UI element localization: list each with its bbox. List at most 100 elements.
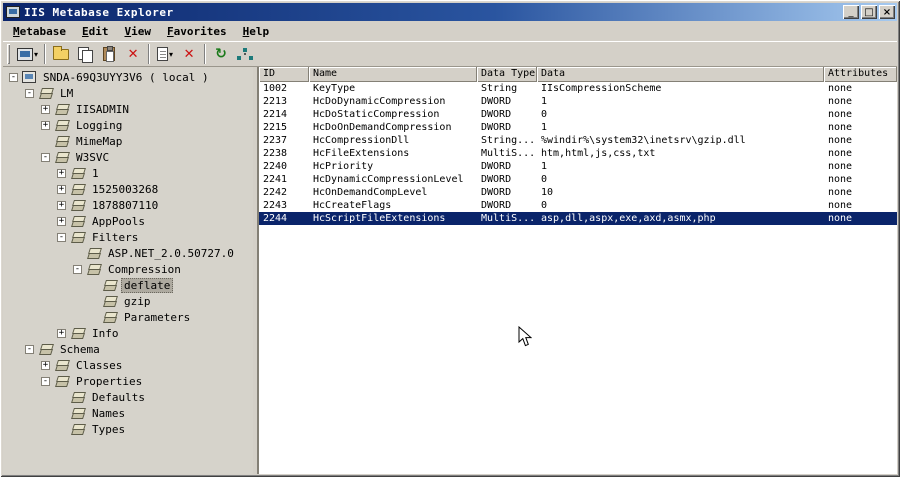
tree-item-names[interactable]: Names <box>3 405 253 421</box>
tree-item-label: Logging <box>76 118 123 132</box>
collapse-minus-icon[interactable]: - <box>73 264 82 274</box>
expand-plus-icon[interactable]: + <box>57 168 66 178</box>
tree-item-info[interactable]: + Info <box>3 325 253 341</box>
network-button[interactable] <box>233 42 257 66</box>
menu-item-edit[interactable]: Edit <box>74 23 117 40</box>
expand-plus-icon[interactable]: + <box>57 328 66 338</box>
toolbar-grip[interactable] <box>7 44 10 64</box>
key-icon <box>38 87 53 99</box>
table-row[interactable]: 1002 KeyType String IIsCompressionScheme non… <box>259 82 897 95</box>
close-button[interactable]: × <box>879 5 895 19</box>
cell-id: 2244 <box>263 213 288 224</box>
open-button[interactable] <box>49 42 73 66</box>
tree-item-parameters[interactable]: Parameters <box>3 309 253 325</box>
delete-button[interactable]: ✕ <box>121 42 145 66</box>
title-bar: IIS Metabase Explorer _ □ × <box>3 3 897 21</box>
new-record-button[interactable]: ▾ <box>153 42 177 66</box>
table-row[interactable]: 2241 HcDynamicCompressionLevel DWORD 0 none <box>259 173 897 186</box>
cell-name: HcDynamicCompressionLevel <box>313 174 464 185</box>
tree-item-label: MimeMap <box>76 134 123 148</box>
table-row[interactable]: 2240 HcPriority DWORD 1 none <box>259 160 897 173</box>
tree-item-logging[interactable]: + Logging <box>3 117 253 133</box>
column-header-data[interactable]: Data <box>537 67 824 82</box>
tree-item-properties[interactable]: - Properties <box>3 373 253 389</box>
main-content: - SNDA-69Q3UYY3V6 ( local ) - LM + IISADMIN + L… <box>3 67 897 474</box>
cell-data: 0 <box>541 109 548 120</box>
tree-item-label: Filters <box>92 230 139 244</box>
cell-attributes: none <box>828 148 853 159</box>
tree-item-deflate[interactable]: deflate <box>3 277 253 293</box>
collapse-minus-icon[interactable]: - <box>41 376 50 386</box>
tree-item-snda-69q3uyy3v6-local[interactable]: - SNDA-69Q3UYY3V6 ( local ) <box>3 69 253 85</box>
maximize-button[interactable]: □ <box>861 5 877 19</box>
tree-item-filters[interactable]: - Filters <box>3 229 253 245</box>
tree-item-classes[interactable]: + Classes <box>3 357 253 373</box>
tree-item-apppools[interactable]: + AppPools <box>3 213 253 229</box>
toolbar: ▾ ✕ ▾ ✕ ↻ <box>3 41 897 67</box>
refresh-button[interactable]: ↻ <box>209 42 233 66</box>
table-row[interactable]: 2238 HcFileExtensions MultiS... htm,html,js… <box>259 147 897 160</box>
collapse-minus-icon[interactable]: - <box>25 88 34 98</box>
cell-data: 1 <box>541 96 548 107</box>
tree-item-1525003268[interactable]: +1525003268 <box>3 181 253 197</box>
expand-plus-icon[interactable]: + <box>57 184 66 194</box>
column-header-attributes[interactable]: Attributes <box>824 67 897 82</box>
tree-item-compression[interactable]: - Compression <box>3 261 253 277</box>
key-icon <box>102 279 117 291</box>
menu-item-metabase[interactable]: Metabase <box>5 23 74 40</box>
expand-plus-icon[interactable]: + <box>57 216 66 226</box>
app-icon <box>6 6 20 18</box>
tree-item-asp-net-2-0-50727-0[interactable]: ASP.NET_2.0.50727.0 <box>3 245 253 261</box>
cell-name: HcDoOnDemandCompression <box>313 122 452 133</box>
tree-item-schema[interactable]: - Schema <box>3 341 253 357</box>
table-header: ID Name Data Type Data Attributes <box>259 67 897 82</box>
cell-type: DWORD <box>481 96 512 107</box>
cell-attributes: none <box>828 122 853 133</box>
menu-item-view[interactable]: View <box>116 23 159 40</box>
tree-item-1[interactable]: +1 <box>3 165 253 181</box>
tree-item-types[interactable]: Types <box>3 421 253 437</box>
table-row[interactable]: 2244 HcScriptFileExtensions MultiS... asp,d… <box>259 212 897 225</box>
cell-id: 2243 <box>263 200 288 211</box>
column-header-name[interactable]: Name <box>309 67 477 82</box>
tree-item-gzip[interactable]: gzip <box>3 293 253 309</box>
cell-id: 1002 <box>263 83 288 94</box>
collapse-minus-icon[interactable]: - <box>9 72 18 82</box>
expand-plus-icon[interactable]: + <box>41 104 50 114</box>
table-row[interactable]: 2243 HcCreateFlags DWORD 0 none <box>259 199 897 212</box>
tree-item-1878807110[interactable]: +1878807110 <box>3 197 253 213</box>
cell-data: htm,html,js,css,txt <box>541 148 656 159</box>
cell-data: 0 <box>541 174 548 185</box>
table-row[interactable]: 2237 HcCompressionDll String... %windir%\sy… <box>259 134 897 147</box>
menu-item-favorites[interactable]: Favorites <box>159 23 235 40</box>
expand-plus-icon[interactable]: + <box>57 200 66 210</box>
tree-item-iisadmin[interactable]: + IISADMIN <box>3 101 253 117</box>
menu-item-help[interactable]: Help <box>235 23 278 40</box>
copy-button[interactable] <box>73 42 97 66</box>
server-icon <box>22 71 36 83</box>
expand-plus-icon[interactable]: + <box>41 120 50 130</box>
expand-plus-icon[interactable]: + <box>41 360 50 370</box>
collapse-minus-icon[interactable]: - <box>25 344 34 354</box>
collapse-minus-icon[interactable]: - <box>41 152 50 162</box>
cell-name: HcCreateFlags <box>313 200 392 211</box>
tree-item-w3svc[interactable]: - W3SVC <box>3 149 253 165</box>
table-row[interactable]: 2214 HcDoStaticCompression DWORD 0 none <box>259 108 897 121</box>
delete-record-button[interactable]: ✕ <box>177 42 201 66</box>
column-header-id[interactable]: ID <box>259 67 309 82</box>
key-icon <box>70 167 85 179</box>
tree-item-mimemap[interactable]: MimeMap <box>3 133 253 149</box>
minimize-button[interactable]: _ <box>843 5 859 19</box>
dropdown-arrow-icon[interactable]: ▾ <box>169 50 173 59</box>
collapse-minus-icon[interactable]: - <box>57 232 66 242</box>
tree-item-lm[interactable]: - LM <box>3 85 253 101</box>
key-icon <box>54 135 69 147</box>
paste-button[interactable] <box>97 42 121 66</box>
tree-item-defaults[interactable]: Defaults <box>3 389 253 405</box>
table-row[interactable]: 2213 HcDoDynamicCompression DWORD 1 none <box>259 95 897 108</box>
table-row[interactable]: 2215 HcDoOnDemandCompression DWORD 1 none <box>259 121 897 134</box>
dropdown-arrow-icon[interactable]: ▾ <box>34 50 38 59</box>
table-row[interactable]: 2242 HcOnDemandCompLevel DWORD 10 none <box>259 186 897 199</box>
connect-button[interactable]: ▾ <box>14 42 41 66</box>
column-header-data-type[interactable]: Data Type <box>477 67 537 82</box>
